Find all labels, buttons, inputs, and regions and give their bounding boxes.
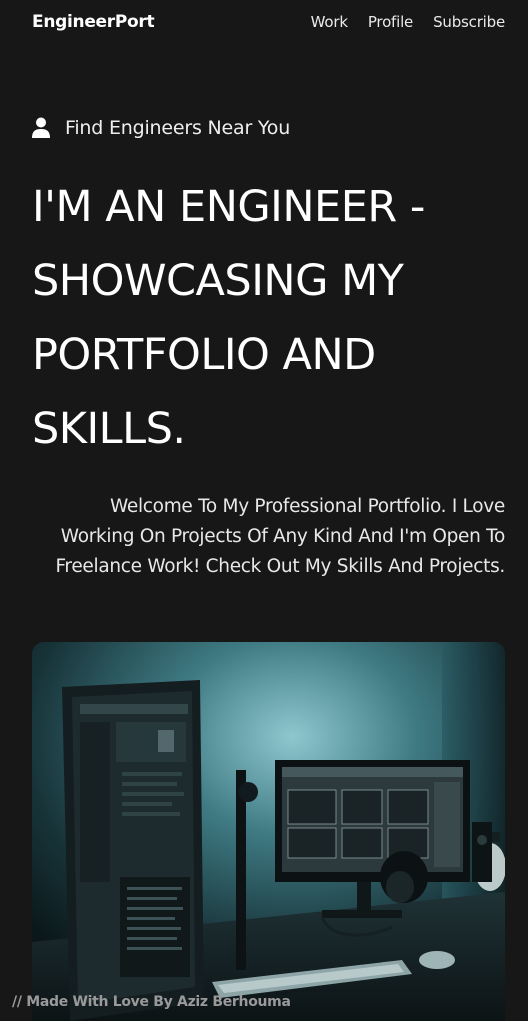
hero-intro: Welcome To My Professional Portfolio. I … [55,496,505,577]
nav-link-work[interactable]: Work [311,13,348,31]
user-icon [32,117,50,138]
top-navigation: EngineerPort Work Profile Subscribe [0,0,528,46]
hero-headline: I'm An Engineer - Showcasing My Portfoli… [32,182,425,454]
eyebrow-text: Find Engineers Near You [65,117,291,139]
find-engineers-link[interactable]: Find Engineers Near You [32,117,290,139]
footer-credit: // Made With Love By Aziz Berhouma [12,994,291,1010]
nav-link-subscribe[interactable]: Subscribe [433,13,505,31]
nav-links: Work Profile Subscribe [311,13,506,31]
workspace-photo [32,642,505,1021]
nav-link-profile[interactable]: Profile [368,13,413,31]
brand-logo-link[interactable]: EngineerPort [32,12,155,32]
